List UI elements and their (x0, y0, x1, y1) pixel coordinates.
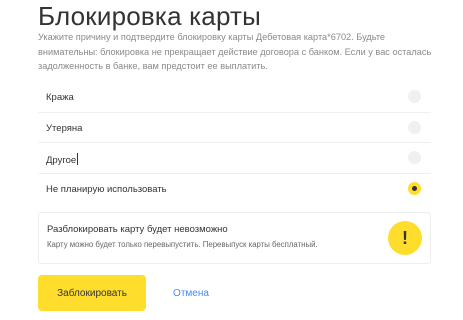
radio-selected-icon[interactable] (408, 181, 421, 195)
cancel-link[interactable]: Отмена (166, 275, 216, 311)
text-caret (77, 153, 79, 165)
radio-icon[interactable] (408, 120, 421, 134)
reason-label: Не планирую использовать (46, 183, 167, 195)
reason-list: Кража Утеряна Другое Не планирую использ… (38, 82, 431, 203)
reason-label-text: Другое (46, 155, 77, 166)
reason-option-not-planning[interactable]: Не планирую использовать (38, 174, 431, 204)
reason-option-theft[interactable]: Кража (38, 82, 431, 113)
notice-title: Разблокировать карту будет невозможно (47, 224, 228, 235)
radio-icon[interactable] (408, 151, 421, 164)
reason-label: Кража (46, 92, 74, 103)
reason-option-lost[interactable]: Утеряна (38, 113, 431, 143)
radio-icon[interactable] (408, 90, 421, 103)
reason-label: Другое (46, 153, 79, 167)
reason-label: Утеряна (46, 122, 83, 134)
warning-notice: Разблокировать карту будет невозможно Ка… (38, 212, 431, 264)
notice-text: Карту можно будет только перевыпустить. … (47, 240, 318, 249)
page-description: Укажите причину и подтвердите блокировку… (38, 32, 432, 71)
exclamation-icon: ! (388, 221, 422, 255)
block-button[interactable]: Заблокировать (38, 275, 146, 311)
reason-option-other[interactable]: Другое (38, 143, 431, 174)
page-title: Блокировка карты (38, 1, 262, 31)
